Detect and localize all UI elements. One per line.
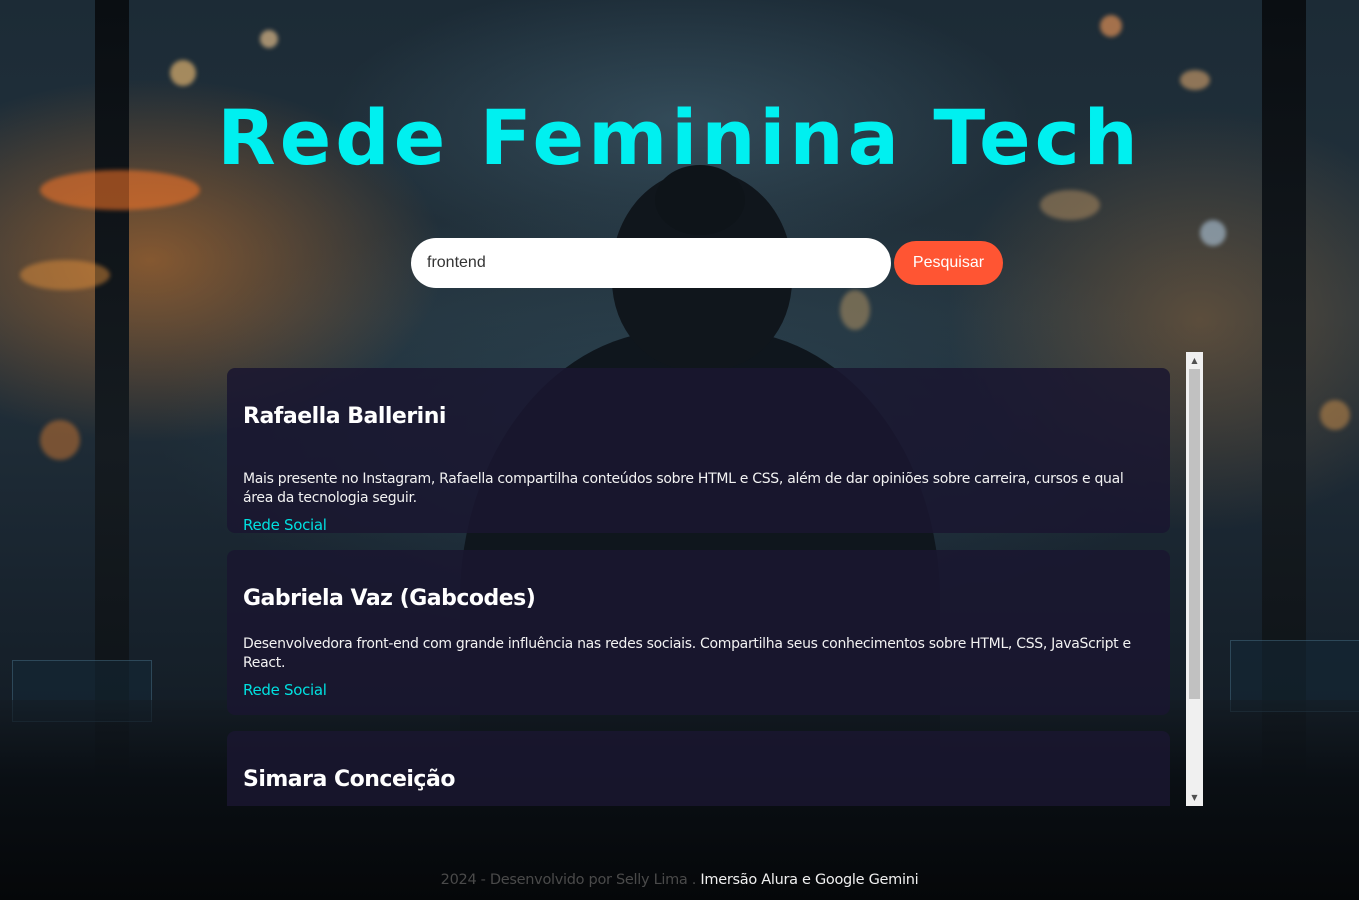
city-light bbox=[170, 60, 196, 86]
footer-highlight: Imersão Alura e Google Gemini bbox=[696, 872, 919, 888]
city-light bbox=[20, 260, 110, 290]
result-name: Rafaella Ballerini bbox=[243, 404, 446, 429]
scrollbar-thumb[interactable] bbox=[1189, 369, 1200, 699]
result-name: Simara Conceição bbox=[243, 767, 455, 792]
city-light bbox=[1100, 15, 1122, 37]
result-description: Desenvolvedora front-end com grande infl… bbox=[243, 636, 1131, 671]
results-scrollbar[interactable]: ▲ ▼ bbox=[1186, 352, 1203, 806]
city-light bbox=[40, 420, 80, 460]
footer: 2024 - Desenvolvido por Selly Lima . Ime… bbox=[0, 862, 1359, 900]
search-bar: Pesquisar bbox=[411, 238, 1003, 288]
result-card: Rafaella Ballerini Mais presente no Inst… bbox=[227, 368, 1170, 534]
triangle-up-icon[interactable]: ▲ bbox=[1186, 352, 1203, 369]
city-light bbox=[260, 30, 278, 48]
result-social-link[interactable]: Rede Social bbox=[243, 681, 327, 699]
city-light bbox=[1180, 70, 1210, 90]
city-light bbox=[1200, 220, 1226, 246]
result-description: Mais presente no Instagram, Rafaella com… bbox=[243, 471, 1124, 506]
search-button[interactable]: Pesquisar bbox=[894, 241, 1003, 285]
search-input[interactable] bbox=[411, 238, 891, 288]
result-social-link[interactable]: Rede Social bbox=[243, 516, 327, 534]
result-card: Simara Conceição bbox=[227, 731, 1170, 806]
result-name: Gabriela Vaz (Gabcodes) bbox=[243, 586, 536, 611]
triangle-down-icon[interactable]: ▼ bbox=[1186, 789, 1203, 806]
city-light bbox=[1040, 190, 1100, 220]
page-title: Rede Feminina Tech bbox=[217, 93, 1142, 182]
results-list[interactable]: Rafaella Ballerini Mais presente no Inst… bbox=[227, 352, 1203, 806]
city-light bbox=[1320, 400, 1350, 430]
footer-credit: 2024 - Desenvolvido por Selly Lima . bbox=[440, 872, 697, 888]
result-card: Gabriela Vaz (Gabcodes) Desenvolvedora f… bbox=[227, 550, 1170, 715]
city-light bbox=[840, 290, 870, 330]
